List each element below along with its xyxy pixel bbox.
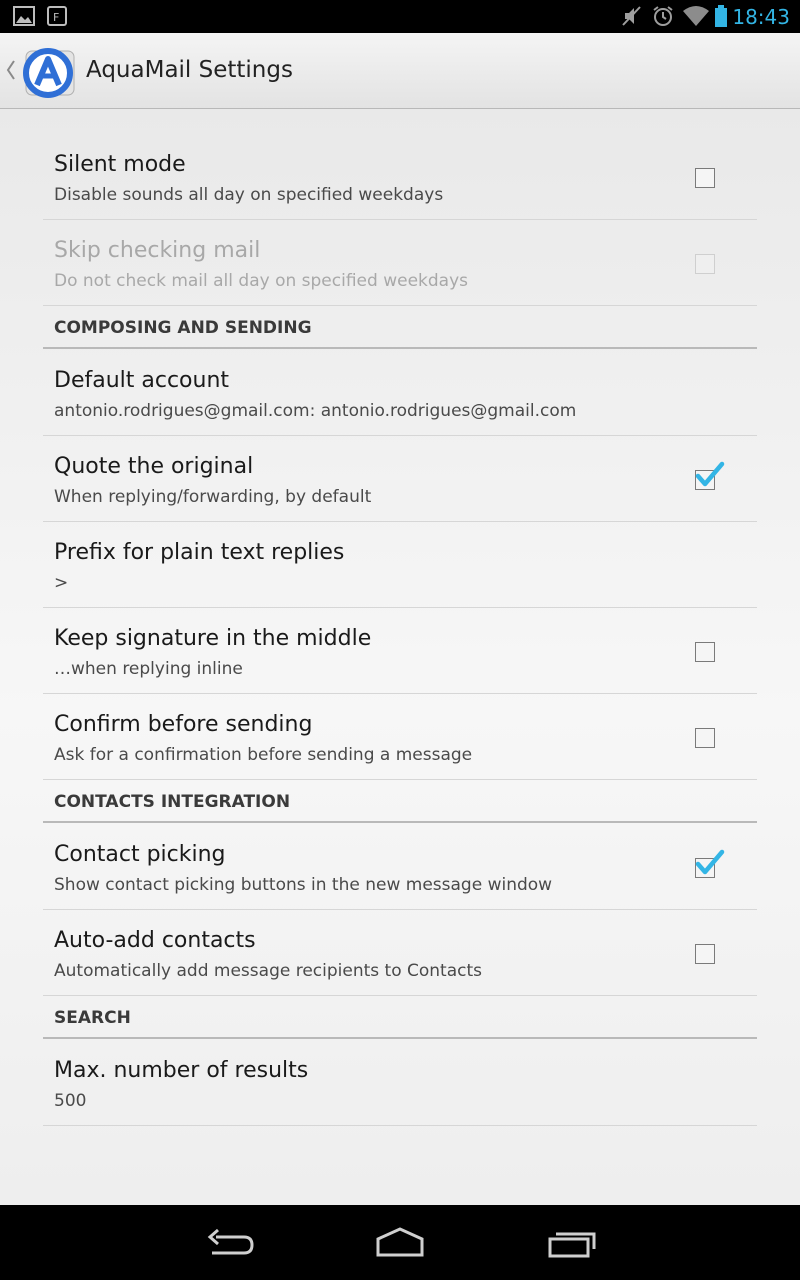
pref-summary: antonio.rodrigues@gmail.com: antonio.rod… — [54, 401, 577, 421]
flipboard-icon: F — [47, 6, 67, 26]
status-bar: F 18:43 — [0, 0, 800, 33]
pref-summary: Show contact picking buttons in the new … — [54, 875, 553, 895]
pref-keep-signature-middle[interactable]: Keep signature in the middle …when reply… — [43, 608, 757, 694]
pref-contact-picking[interactable]: Contact picking Show contact picking but… — [43, 824, 757, 910]
aquamail-logo-icon[interactable] — [20, 45, 76, 101]
navigation-bar — [0, 1205, 800, 1280]
pref-summary: Do not check mail all day on specified w… — [54, 271, 468, 291]
alarm-icon — [653, 6, 673, 26]
checkmark-icon — [695, 461, 725, 487]
skip-checking-mail-checkbox — [695, 254, 715, 274]
recent-apps-icon[interactable] — [542, 1225, 602, 1261]
pref-title: Silent mode — [54, 152, 186, 177]
pref-title: Keep signature in the middle — [54, 626, 372, 651]
keep-signature-middle-checkbox[interactable] — [695, 642, 715, 662]
gallery-icon — [13, 6, 35, 26]
silent-mode-checkbox[interactable] — [695, 168, 715, 188]
pref-prefix-plain-text[interactable]: Prefix for plain text replies > — [43, 522, 757, 608]
section-header-search: SEARCH — [43, 997, 757, 1039]
pref-default-account[interactable]: Default account antonio.rodrigues@gmail.… — [43, 350, 757, 436]
section-title: SEARCH — [54, 1008, 131, 1028]
checkmark-icon — [695, 849, 725, 875]
back-icon[interactable] — [200, 1225, 260, 1261]
action-bar: AquaMail Settings — [0, 33, 800, 109]
contact-picking-checkbox[interactable] — [695, 849, 725, 878]
pref-summary: When replying/forwarding, by default — [54, 487, 372, 507]
pref-title: Max. number of results — [54, 1058, 309, 1083]
pref-quote-the-original[interactable]: Quote the original When replying/forward… — [43, 436, 757, 522]
section-header-contacts: CONTACTS INTEGRATION — [43, 781, 757, 823]
pref-silent-mode[interactable]: Silent mode Disable sounds all day on sp… — [43, 134, 757, 220]
section-title: COMPOSING AND SENDING — [54, 318, 312, 338]
status-time: 18:43 — [732, 5, 790, 29]
pref-confirm-before-sending[interactable]: Confirm before sending Ask for a confirm… — [43, 694, 757, 780]
pref-title: Prefix for plain text replies — [54, 540, 345, 565]
pref-summary: …when replying inline — [54, 659, 243, 679]
pref-max-number-results[interactable]: Max. number of results 500 — [43, 1040, 757, 1126]
section-header-composing: COMPOSING AND SENDING — [43, 307, 757, 349]
pref-skip-checking-mail: Skip checking mail Do not check mail all… — [43, 220, 757, 306]
pref-summary: > — [54, 573, 69, 593]
confirm-before-sending-checkbox[interactable] — [695, 728, 715, 748]
pref-title: Default account — [54, 368, 230, 393]
up-caret-icon[interactable] — [4, 57, 16, 83]
pref-title: Contact picking — [54, 842, 226, 867]
page-title: AquaMail Settings — [86, 57, 293, 83]
pref-summary: Disable sounds all day on specified week… — [54, 185, 444, 205]
pref-title: Confirm before sending — [54, 712, 313, 737]
battery-icon — [715, 5, 727, 27]
pref-summary: Automatically add message recipients to … — [54, 961, 483, 981]
pref-title: Skip checking mail — [54, 238, 261, 263]
quote-the-original-checkbox[interactable] — [695, 461, 725, 490]
preferences-list[interactable]: Silent mode Disable sounds all day on sp… — [0, 109, 800, 1205]
auto-add-contacts-checkbox[interactable] — [695, 944, 715, 964]
pref-summary: Ask for a confirmation before sending a … — [54, 745, 473, 765]
section-title: CONTACTS INTEGRATION — [54, 792, 291, 812]
pref-summary: 500 — [54, 1091, 87, 1111]
pref-title: Auto-add contacts — [54, 928, 256, 953]
wifi-icon — [683, 6, 709, 26]
mute-icon — [622, 6, 641, 26]
pref-title: Quote the original — [54, 454, 254, 479]
pref-auto-add-contacts[interactable]: Auto-add contacts Automatically add mess… — [43, 910, 757, 996]
svg-text:F: F — [53, 11, 59, 24]
home-icon[interactable] — [370, 1225, 430, 1261]
